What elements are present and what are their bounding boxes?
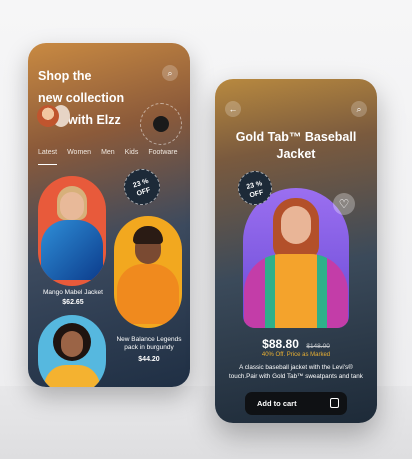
add-to-cart-button[interactable]: Add to cart [245, 392, 347, 415]
tab-footware[interactable]: Footware [148, 149, 177, 165]
add-to-cart-label: Add to cart [257, 399, 297, 408]
shop-screen: Shop the new collection with Elzz ⌕ Late… [28, 43, 190, 387]
product-hero-image [243, 188, 349, 328]
back-arrow-icon[interactable]: ← [225, 101, 241, 117]
brand-stamp-icon [140, 103, 182, 145]
model-face [60, 192, 84, 220]
cart-icon [330, 398, 339, 408]
product-detail-screen: ← ⌕ Gold Tab™ Baseball Jacket 23 % OFF ♡… [215, 79, 377, 423]
product-name: New Balance Legends pack in burgundy [116, 336, 182, 351]
category-tabs: Latest Women Men Kids Footware [38, 149, 190, 165]
product-name: Mango Mabel Jacket [43, 289, 103, 296]
model-shirt [117, 264, 179, 324]
product-description: A classic baseball jacket with the Levi'… [229, 364, 363, 380]
search-icon[interactable]: ⌕ [162, 65, 178, 81]
price-row: $88.80 $148.00 [215, 335, 377, 353]
product-card-model-3[interactable] [38, 315, 106, 387]
model-face [281, 206, 311, 244]
product-card-mango-jacket[interactable] [38, 176, 106, 286]
old-price: $148.00 [306, 343, 330, 350]
search-icon[interactable]: ⌕ [351, 101, 367, 117]
model-face [61, 331, 83, 357]
title-line-1: Shop the [38, 69, 92, 83]
model-shirt [44, 365, 100, 387]
model-jacket [41, 220, 103, 280]
tab-men[interactable]: Men [101, 149, 115, 165]
product-title: Gold Tab™ Baseball Jacket [235, 130, 357, 161]
model-jacket [244, 254, 348, 328]
product-price: $62.65 [62, 299, 84, 306]
tab-latest[interactable]: Latest [38, 149, 58, 165]
avatar [37, 105, 59, 127]
current-price: $88.80 [262, 337, 299, 351]
heart-icon[interactable]: ♡ [333, 193, 355, 215]
discount-badge: 23 % OFF [119, 164, 165, 210]
product-card-new-balance[interactable] [114, 216, 182, 328]
tab-kids[interactable]: Kids [125, 149, 139, 165]
discount-text: 40% Off. Price as Marked [261, 352, 331, 358]
tab-women[interactable]: Women [67, 149, 91, 165]
product-price: $44.20 [138, 356, 160, 363]
model-hair [133, 226, 163, 244]
